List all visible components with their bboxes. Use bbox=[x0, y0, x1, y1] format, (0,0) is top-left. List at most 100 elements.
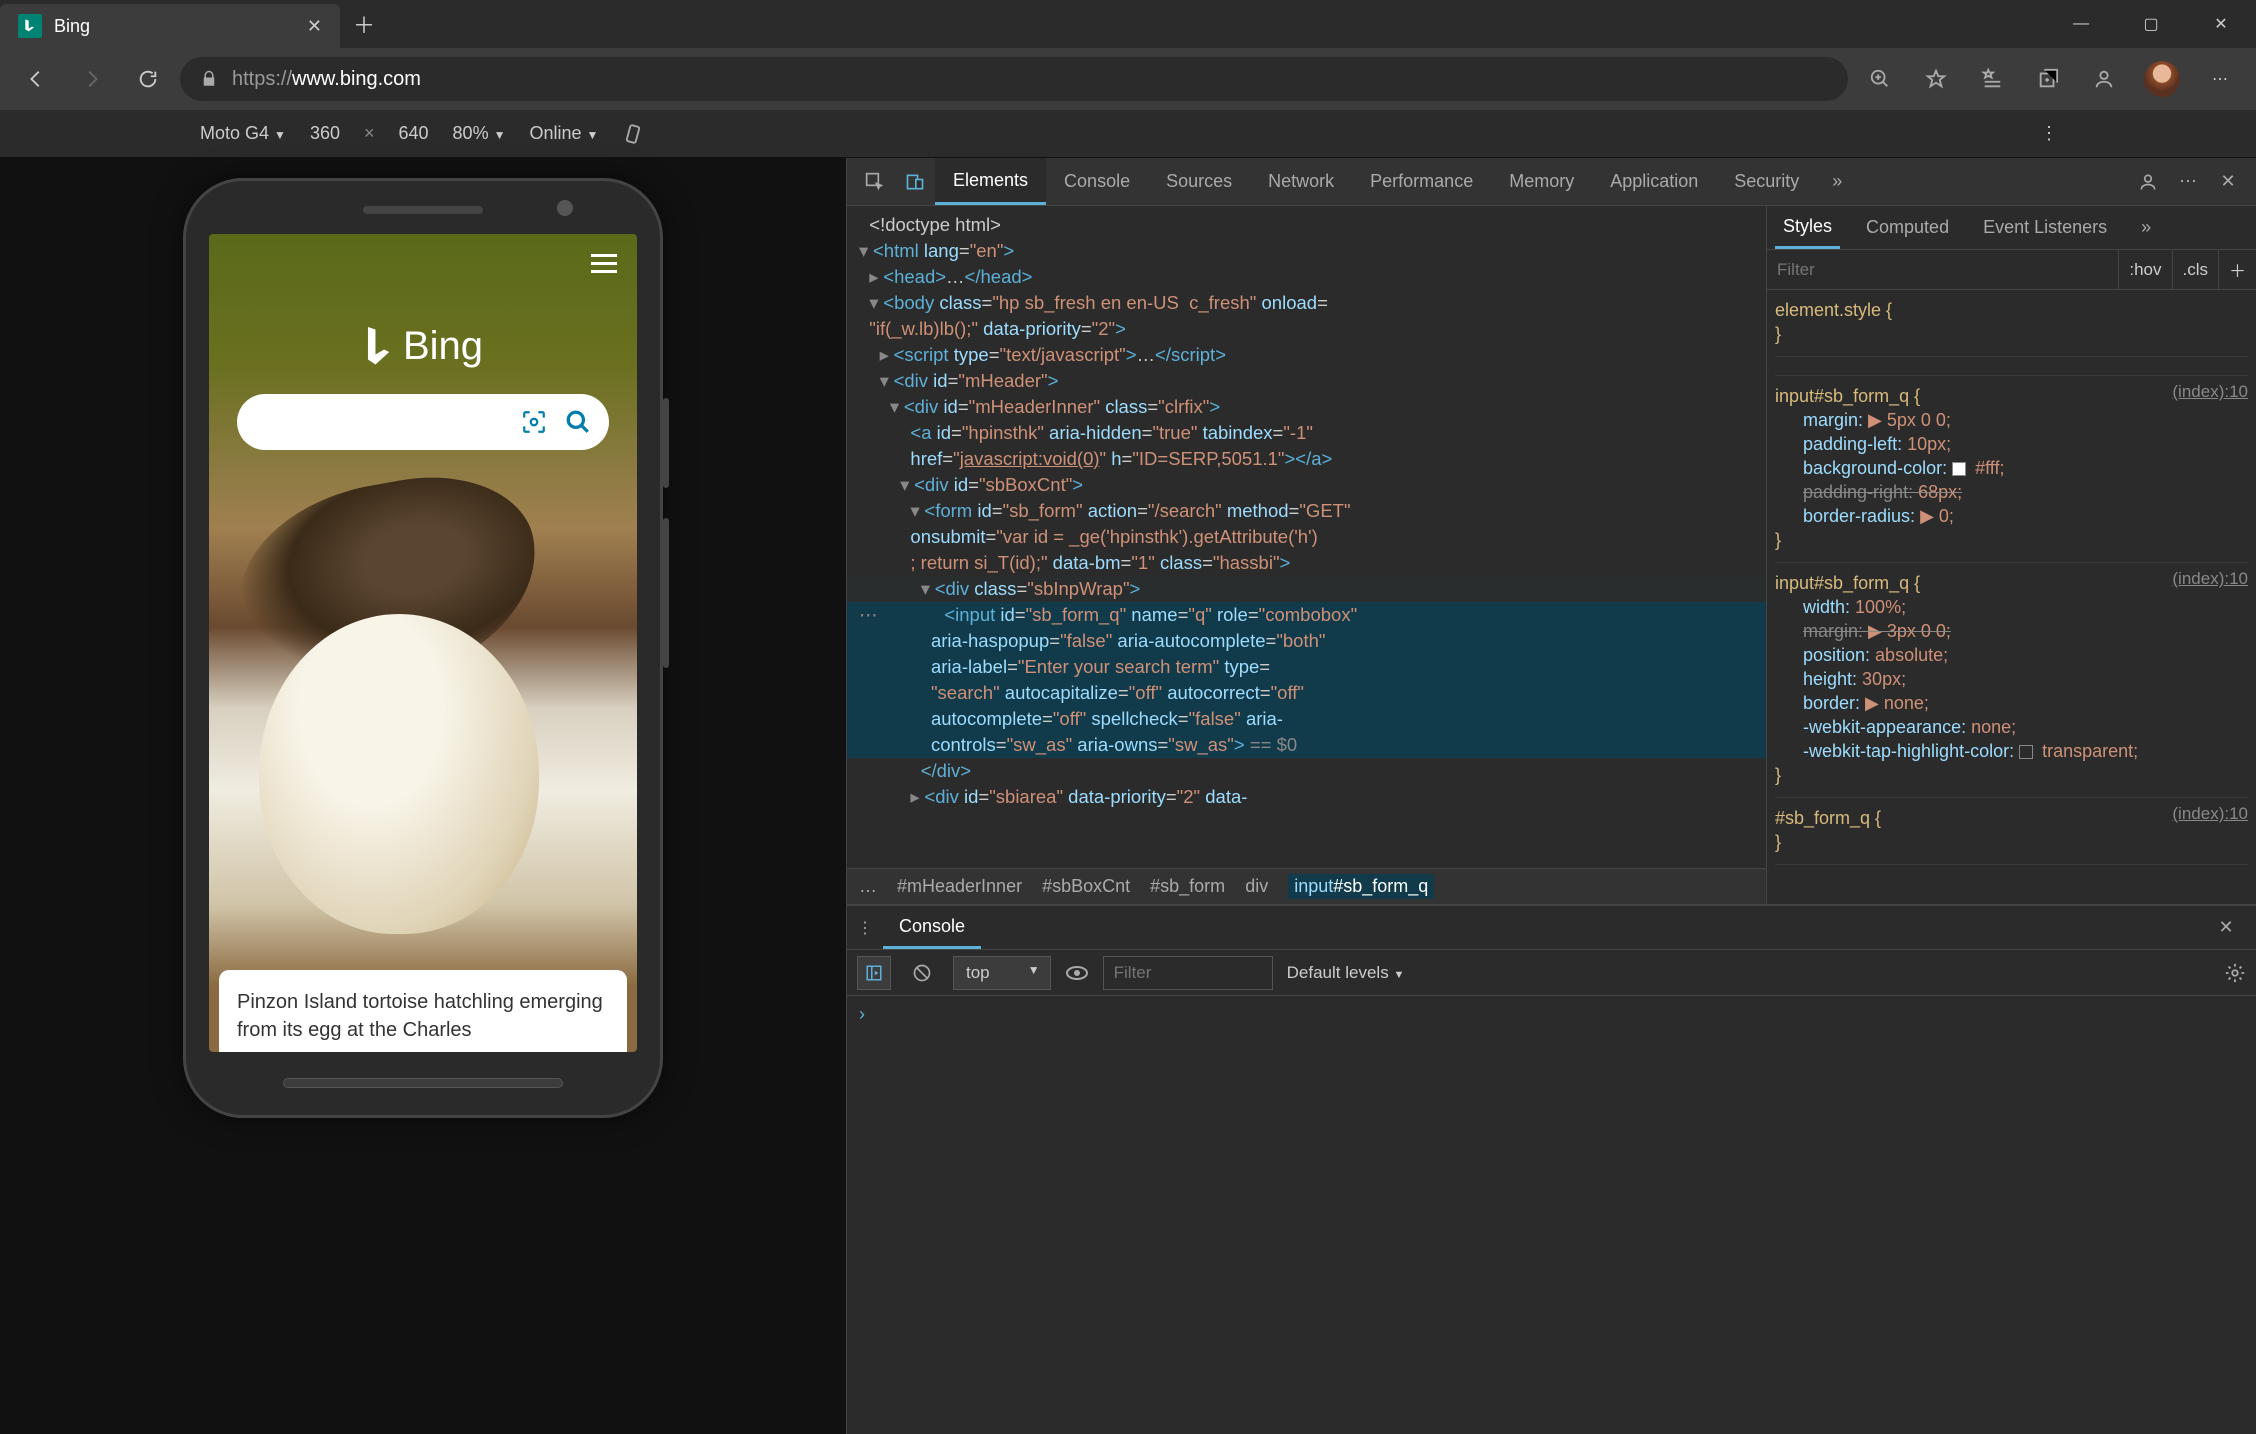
devtools-tabs: Elements Console Sources Network Perform… bbox=[847, 158, 2256, 206]
style-rule[interactable]: (index):10input#sb_form_q {margin: ▶ 5px… bbox=[1775, 380, 2248, 563]
styles-sidebar: Styles Computed Event Listeners » :hov .… bbox=[1766, 206, 2256, 904]
menu-icon[interactable]: ⋯ bbox=[2196, 55, 2244, 103]
background-image bbox=[209, 464, 637, 1052]
back-button[interactable] bbox=[12, 55, 60, 103]
device-mode-icon[interactable] bbox=[895, 172, 935, 192]
address-bar: https://www.bing.com ⋯ bbox=[0, 48, 2256, 110]
more-styles-tabs-icon[interactable]: » bbox=[2133, 206, 2159, 249]
clear-console-icon[interactable] bbox=[905, 956, 939, 990]
viewport-height[interactable]: 640 bbox=[399, 123, 429, 144]
tab-application[interactable]: Application bbox=[1592, 158, 1716, 205]
dom-breadcrumb[interactable]: … #mHeaderInner #sbBoxCnt #sb_form div i… bbox=[847, 868, 1766, 904]
tab-title: Bing bbox=[54, 16, 295, 37]
phone-screen[interactable]: Bing Pinzon Island tortoise hatchling em… bbox=[209, 234, 637, 1052]
tab-console[interactable]: Console bbox=[1046, 158, 1148, 205]
new-style-rule-icon[interactable]: ＋ bbox=[2218, 250, 2256, 289]
device-toolbar-menu-icon[interactable]: ⋮ bbox=[2040, 123, 2056, 144]
tab-network[interactable]: Network bbox=[1250, 158, 1352, 205]
close-tab-icon[interactable]: ✕ bbox=[307, 16, 322, 37]
phone-speaker bbox=[363, 206, 483, 214]
url-box[interactable]: https://www.bing.com bbox=[180, 57, 1848, 101]
window-titlebar: Bing ✕ ＋ ― ▢ ✕ bbox=[0, 0, 2256, 48]
forward-button[interactable] bbox=[68, 55, 116, 103]
style-rule[interactable]: (index):10input#sb_form_q {width: 100%;m… bbox=[1775, 567, 2248, 798]
console-tabs: ⋮ Console ✕ bbox=[847, 906, 2256, 950]
hov-toggle[interactable]: :hov bbox=[2118, 250, 2171, 289]
console-sidebar-toggle-icon[interactable] bbox=[857, 956, 891, 990]
refresh-button[interactable] bbox=[124, 55, 172, 103]
url-text: https://www.bing.com bbox=[232, 68, 421, 91]
device-select[interactable]: Moto G4 ▼ bbox=[200, 123, 286, 144]
phone-side-button bbox=[663, 398, 669, 488]
console-drawer: ⋮ Console ✕ top Default levels ▼ › bbox=[847, 904, 2256, 1434]
style-rule[interactable]: </span><span class="selc">#sbBoxCnt .has… bbox=[1775, 361, 2248, 376]
style-rule[interactable]: (index):10#sb_form_q {} bbox=[1775, 802, 2248, 865]
maximize-button[interactable]: ▢ bbox=[2116, 0, 2186, 48]
search-box[interactable] bbox=[237, 394, 609, 450]
phone-volume-button bbox=[663, 518, 669, 668]
devtools-profile-icon[interactable] bbox=[2128, 172, 2168, 192]
devtools-close-icon[interactable]: ✕ bbox=[2208, 171, 2248, 192]
console-toolbar: top Default levels ▼ bbox=[847, 950, 2256, 996]
devtools-settings-icon[interactable]: ⋯ bbox=[2168, 171, 2208, 192]
console-menu-icon[interactable]: ⋮ bbox=[857, 918, 871, 938]
console-settings-icon[interactable] bbox=[2224, 962, 2246, 984]
device-toolbar: Moto G4 ▼ 360 × 640 80% ▼ Online ▼ ⋮ bbox=[0, 110, 2256, 158]
new-tab-button[interactable]: ＋ bbox=[340, 0, 388, 48]
cls-toggle[interactable]: .cls bbox=[2172, 250, 2219, 289]
browser-tab[interactable]: Bing ✕ bbox=[0, 4, 340, 48]
device-viewport: Bing Pinzon Island tortoise hatchling em… bbox=[0, 158, 846, 1434]
inspect-element-icon[interactable] bbox=[855, 172, 895, 192]
tab-security[interactable]: Security bbox=[1716, 158, 1817, 205]
dimension-separator: × bbox=[364, 123, 375, 144]
rotate-icon[interactable] bbox=[622, 123, 644, 145]
zoom-icon[interactable] bbox=[1856, 55, 1904, 103]
user-avatar[interactable] bbox=[2144, 61, 2180, 97]
tab-elements[interactable]: Elements bbox=[935, 158, 1046, 205]
bing-favicon bbox=[18, 14, 42, 38]
console-context-select[interactable]: top bbox=[953, 956, 1051, 990]
tab-computed[interactable]: Computed bbox=[1858, 206, 1957, 249]
image-caption[interactable]: Pinzon Island tortoise hatchling emergin… bbox=[219, 970, 627, 1052]
styles-filter-bar: :hov .cls ＋ bbox=[1767, 250, 2256, 290]
tab-styles[interactable]: Styles bbox=[1775, 206, 1840, 249]
tab-event-listeners[interactable]: Event Listeners bbox=[1975, 206, 2115, 249]
tab-memory[interactable]: Memory bbox=[1491, 158, 1592, 205]
console-filter-input[interactable] bbox=[1103, 956, 1273, 990]
log-levels-select[interactable]: Default levels ▼ bbox=[1287, 963, 1405, 983]
styles-body[interactable]: element.style {} </span><span class="sel… bbox=[1767, 290, 2256, 904]
more-tabs-icon[interactable]: » bbox=[1817, 171, 1857, 192]
main-area: Bing Pinzon Island tortoise hatchling em… bbox=[0, 158, 2256, 1434]
elements-panel: <!doctype html> ▾<html lang="en"> ▸<head… bbox=[847, 206, 1766, 904]
devtools-panel: Elements Console Sources Network Perform… bbox=[846, 158, 2256, 1434]
zoom-select[interactable]: 80% ▼ bbox=[453, 123, 506, 144]
close-window-button[interactable]: ✕ bbox=[2186, 0, 2256, 48]
lock-icon bbox=[200, 70, 218, 88]
style-rule[interactable]: element.style {} bbox=[1775, 294, 2248, 357]
console-output[interactable]: › bbox=[847, 996, 2256, 1434]
live-expression-icon[interactable] bbox=[1065, 961, 1089, 985]
window-controls: ― ▢ ✕ bbox=[2046, 0, 2256, 48]
favorites-list-icon[interactable] bbox=[1968, 55, 2016, 103]
viewport-width[interactable]: 360 bbox=[310, 123, 340, 144]
throttle-select[interactable]: Online ▼ bbox=[529, 123, 598, 144]
dom-tree[interactable]: <!doctype html> ▾<html lang="en"> ▸<head… bbox=[847, 206, 1766, 868]
favorite-icon[interactable] bbox=[1912, 55, 1960, 103]
phone-camera bbox=[557, 200, 573, 216]
profile-icon[interactable] bbox=[2080, 55, 2128, 103]
minimize-button[interactable]: ― bbox=[2046, 0, 2116, 48]
phone-frame: Bing Pinzon Island tortoise hatchling em… bbox=[183, 178, 663, 1118]
hamburger-menu-icon[interactable] bbox=[591, 254, 617, 273]
tab-sources[interactable]: Sources bbox=[1148, 158, 1250, 205]
bing-logo: Bing bbox=[363, 324, 483, 369]
devtools-body: <!doctype html> ▾<html lang="en"> ▸<head… bbox=[847, 206, 2256, 904]
search-icon[interactable] bbox=[565, 409, 591, 435]
console-close-icon[interactable]: ✕ bbox=[2206, 917, 2246, 938]
tab-performance[interactable]: Performance bbox=[1352, 158, 1491, 205]
collections-icon[interactable] bbox=[2024, 55, 2072, 103]
styles-filter-input[interactable] bbox=[1767, 260, 2118, 280]
phone-home-bar bbox=[283, 1078, 563, 1088]
styles-tabs: Styles Computed Event Listeners » bbox=[1767, 206, 2256, 250]
camera-search-icon[interactable] bbox=[521, 409, 547, 435]
tab-console-drawer[interactable]: Console bbox=[883, 906, 981, 949]
